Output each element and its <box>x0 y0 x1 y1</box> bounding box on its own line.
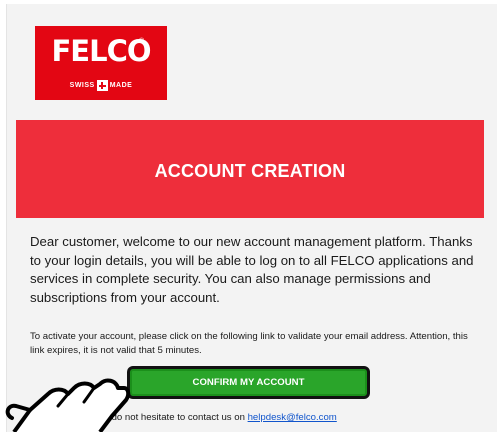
logo-tagline-left: SWISS <box>69 82 95 89</box>
contact-line: For any questions, do not hesitate to co… <box>30 412 337 423</box>
felco-logo: FELCO ® SWISS MADE <box>35 26 167 100</box>
swiss-cross-icon <box>96 80 108 91</box>
logo-registered-mark: ® <box>139 38 145 45</box>
hero-banner: ACCOUNT CREATION <box>16 120 484 218</box>
activation-instructions: To activate your account, please click o… <box>30 331 468 356</box>
confirm-account-button[interactable]: CONFIRM MY ACCOUNT <box>127 366 370 399</box>
contact-prefix: For any questions, do not hesitate to co… <box>30 412 248 423</box>
logo-tagline-right: MADE <box>109 82 133 89</box>
logo-wordmark: FELCO <box>51 34 151 68</box>
intro-paragraph: Dear customer, welcome to our new accoun… <box>30 234 474 305</box>
helpdesk-email-link[interactable]: helpdesk@felco.com <box>248 412 337 423</box>
page-title: ACCOUNT CREATION <box>154 160 346 181</box>
logo-swiss-made: SWISS MADE <box>35 80 167 91</box>
